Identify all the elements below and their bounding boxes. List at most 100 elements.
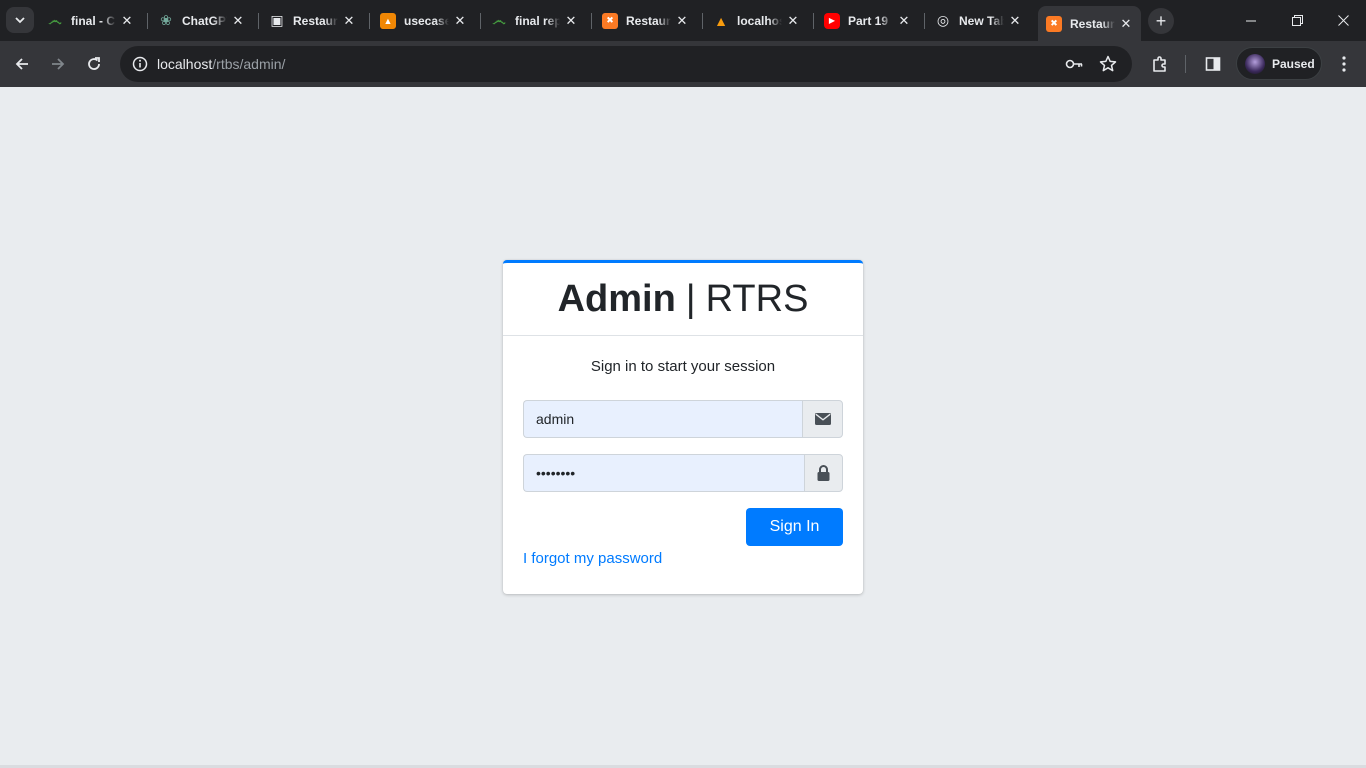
profile-button[interactable]: Paused bbox=[1236, 47, 1322, 80]
tab-close-icon[interactable]: ✕ bbox=[231, 13, 245, 28]
tab-title: Part 19 bbox=[848, 13, 889, 28]
tab-title: Restaurant bbox=[293, 13, 338, 28]
side-panel-icon bbox=[1205, 57, 1221, 71]
tab-title: ChatGPT bbox=[182, 13, 227, 28]
username-addon bbox=[802, 400, 843, 438]
tab-title: Restaurant bbox=[626, 13, 671, 28]
tab-separator bbox=[369, 13, 370, 29]
tab-title: localhost bbox=[737, 13, 782, 28]
login-card: Admin | RTRS Sign in to start your sessi… bbox=[503, 260, 863, 594]
tab-close-icon[interactable]: ✕ bbox=[897, 13, 911, 28]
sign-in-button[interactable]: Sign In bbox=[746, 508, 843, 546]
password-key-icon[interactable] bbox=[1064, 54, 1084, 79]
restore-icon bbox=[1291, 15, 1303, 26]
brand-separator: | bbox=[685, 277, 696, 320]
tab-separator bbox=[924, 13, 925, 29]
brand-light: RTRS bbox=[705, 277, 809, 320]
youtube-icon: ▶ bbox=[824, 12, 840, 29]
tab-title: Restaurant bbox=[1070, 16, 1115, 31]
browser-tab[interactable]: ▣ Restaurant ✕ bbox=[261, 6, 364, 35]
back-button[interactable] bbox=[7, 49, 37, 79]
browser-tab[interactable]: ◎ New Tab ✕ bbox=[927, 6, 1030, 35]
url-host: localhost bbox=[157, 56, 213, 72]
reload-icon bbox=[88, 57, 100, 70]
tab-title: usecase bbox=[404, 13, 449, 28]
tab-separator bbox=[258, 13, 259, 29]
browser-tab[interactable]: ෴ final - C ✕ bbox=[39, 6, 142, 35]
chevron-down-icon bbox=[15, 17, 25, 24]
close-icon bbox=[1337, 15, 1349, 26]
profile-status: Paused bbox=[1272, 56, 1315, 71]
bookmark-star-icon[interactable] bbox=[1098, 54, 1118, 79]
puzzle-icon bbox=[1153, 56, 1166, 72]
tab-close-icon[interactable]: ✕ bbox=[342, 13, 356, 28]
overleaf-icon: ෴ bbox=[492, 12, 506, 28]
brand-bold: Admin bbox=[557, 277, 676, 320]
side-panel-button[interactable] bbox=[1198, 49, 1228, 79]
envelope-icon bbox=[814, 413, 831, 425]
tab-close-icon[interactable]: ✕ bbox=[675, 13, 689, 28]
tab-title: final - C bbox=[71, 13, 115, 28]
browser-tab[interactable]: ▶ Part 19 ✕ bbox=[816, 6, 919, 35]
tab-separator bbox=[813, 13, 814, 29]
url-text[interactable]: localhost/rtbs/admin/ bbox=[157, 56, 285, 72]
tab-separator bbox=[480, 13, 481, 29]
plus-icon: + bbox=[1155, 10, 1167, 31]
tab-close-icon[interactable]: ✕ bbox=[120, 13, 134, 28]
tab-separator bbox=[702, 13, 703, 29]
username-group bbox=[523, 400, 843, 438]
page-viewport: Admin | RTRS Sign in to start your sessi… bbox=[0, 87, 1366, 768]
browser-tab[interactable]: ✖ Restaurant ✕ bbox=[1038, 6, 1141, 41]
reload-button[interactable] bbox=[79, 49, 109, 79]
browser-menu-button[interactable] bbox=[1329, 49, 1359, 79]
browser-tab[interactable]: ෴ final report ✕ bbox=[483, 6, 586, 35]
arrow-right-icon bbox=[52, 58, 65, 70]
chrome-icon: ◎ bbox=[936, 12, 950, 28]
forward-button[interactable] bbox=[43, 49, 73, 79]
tab-title: final report bbox=[515, 13, 560, 28]
extensions-button[interactable] bbox=[1145, 49, 1175, 79]
minimize-icon bbox=[1246, 20, 1256, 21]
tab-separator bbox=[591, 13, 592, 29]
tab-strip: ෴ final - C ✕ ❀ ChatGPT ✕ ▣ Restaurant ✕ ▲ usecase… bbox=[0, 0, 1366, 41]
browser-tab[interactable]: ❀ ChatGPT ✕ bbox=[150, 6, 253, 35]
tab-search-button[interactable] bbox=[6, 7, 34, 33]
login-brand[interactable]: Admin | RTRS bbox=[503, 263, 863, 336]
kebab-menu-icon bbox=[1342, 56, 1346, 72]
minimize-button[interactable] bbox=[1228, 0, 1274, 41]
restaurant-icon: ▣ bbox=[270, 12, 284, 28]
url-path: /rtbs/admin/ bbox=[212, 56, 286, 72]
tab-close-icon[interactable]: ✕ bbox=[1008, 13, 1022, 28]
tab-close-icon[interactable]: ✕ bbox=[564, 13, 578, 28]
phpmyadmin-icon: ▲ bbox=[714, 12, 728, 29]
forgot-password-link[interactable]: I forgot my password bbox=[523, 550, 662, 567]
tab-close-icon[interactable]: ✕ bbox=[786, 13, 800, 28]
usecase-icon: ▲ bbox=[380, 12, 396, 29]
browser-toolbar: localhost/rtbs/admin/ Paused bbox=[0, 41, 1366, 87]
password-addon bbox=[804, 454, 843, 492]
username-input[interactable] bbox=[523, 400, 802, 438]
login-subtitle: Sign in to start your session bbox=[590, 358, 776, 375]
site-info-icon[interactable] bbox=[128, 52, 152, 76]
overleaf-icon: ෴ bbox=[48, 12, 62, 28]
browser-tab[interactable]: ✖ Restaurant ✕ bbox=[594, 6, 697, 35]
avatar bbox=[1245, 53, 1265, 74]
restore-button[interactable] bbox=[1274, 0, 1320, 41]
password-group bbox=[523, 454, 843, 492]
close-window-button[interactable] bbox=[1320, 0, 1366, 41]
arrow-left-icon bbox=[15, 58, 28, 70]
new-tab-button[interactable]: + bbox=[1148, 8, 1174, 34]
browser-tab[interactable]: ▲ localhost ✕ bbox=[705, 6, 808, 35]
tab-separator bbox=[147, 13, 148, 29]
lock-icon bbox=[817, 465, 830, 481]
password-input[interactable] bbox=[523, 454, 804, 492]
browser-tab[interactable]: ▲ usecase ✕ bbox=[372, 6, 475, 35]
tab-close-icon[interactable]: ✕ bbox=[1119, 16, 1133, 31]
xampp-icon: ✖ bbox=[602, 12, 618, 29]
chatgpt-icon: ❀ bbox=[160, 12, 172, 28]
tab-title: New Tab bbox=[959, 13, 1004, 28]
address-bar[interactable]: localhost/rtbs/admin/ bbox=[120, 46, 1132, 82]
tab-close-icon[interactable]: ✕ bbox=[453, 13, 467, 28]
xampp-icon: ✖ bbox=[1046, 15, 1062, 32]
toolbar-divider bbox=[1185, 55, 1186, 73]
